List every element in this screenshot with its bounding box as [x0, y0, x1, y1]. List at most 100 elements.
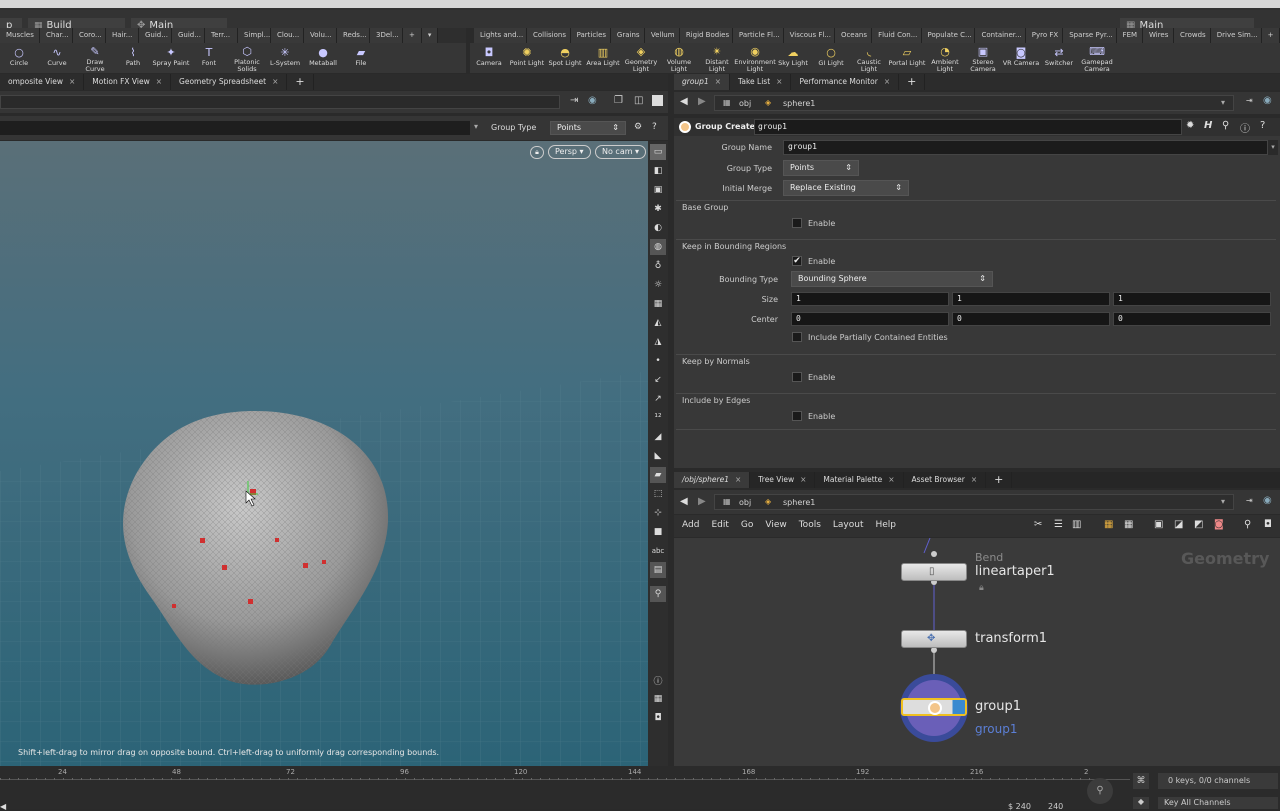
network-menu-item[interactable]: Layout [833, 520, 864, 530]
shelf-tool-vr-camera[interactable]: ◙ VR Camera [1002, 43, 1040, 73]
shelf-tool-file[interactable]: ▰ File [342, 43, 380, 73]
shelf-tab[interactable]: 3Del... [370, 28, 403, 43]
dropdown-arrow-icon[interactable]: ▾ [474, 122, 478, 131]
square-icon[interactable]: ■ [650, 524, 666, 540]
vector-icon[interactable]: ↗ [650, 391, 666, 407]
net-path-dropdown-icon[interactable]: ▾ [1221, 497, 1225, 506]
node-lineartaper1-name[interactable]: lineartaper1 [975, 564, 1055, 579]
node-lineartaper1[interactable]: ▯ [901, 563, 967, 581]
help-h-icon[interactable]: H [1204, 120, 1212, 131]
pin-view-icon[interactable]: ⚲ [650, 586, 666, 602]
close-tab-icon[interactable]: × [69, 77, 75, 86]
net-back-icon[interactable]: ◀ [680, 496, 688, 507]
network-menu-item[interactable]: Tools [799, 520, 821, 530]
key-icon[interactable]: ⌘ [1133, 773, 1149, 789]
key-all-icon[interactable]: ◆ [1133, 797, 1149, 809]
handle-icon[interactable]: ⊹ [650, 505, 666, 521]
snap-icon[interactable]: ◧ [650, 163, 666, 179]
shelf-tool-gamepad-camera[interactable]: ⌨ Gamepad Camera [1078, 43, 1116, 73]
shelf-tool-switcher[interactable]: ⇄ Switcher [1040, 43, 1078, 73]
net-search-icon[interactable]: ⚲ [1244, 519, 1251, 530]
forward-arrow-icon[interactable]: ▶ [698, 96, 706, 107]
primitive-icon[interactable]: ◢ [650, 429, 666, 445]
add-shelf-icon[interactable]: + [403, 28, 422, 43]
info-param-icon[interactable]: ⓘ [1240, 120, 1250, 135]
split-icon[interactable]: ◫ [634, 95, 643, 106]
network-menu-item[interactable]: Go [741, 520, 753, 530]
wireframe-icon[interactable]: ▰ [650, 467, 666, 483]
add-tab-icon[interactable]: + [986, 472, 1013, 488]
number-icon[interactable]: ¹² [650, 410, 666, 426]
param-path-field[interactable]: ▦ obj ◈ sphere1 ▾ [714, 95, 1234, 111]
help-icon[interactable]: ? [652, 122, 657, 132]
net-forward-icon[interactable]: ▶ [698, 496, 706, 507]
initial-merge-menu[interactable]: Replace Existing ⇕ [783, 180, 909, 196]
realtime-icon[interactable]: ⚲ [1087, 778, 1113, 804]
network-menu-item[interactable]: Add [682, 520, 699, 530]
bounding-enable-checkbox[interactable]: ✔ [792, 256, 802, 266]
shelf-tool-path[interactable]: ⌇ Path [114, 43, 152, 73]
shelf-tab[interactable]: Rigid Bodies [679, 28, 733, 43]
param-group-type-menu[interactable]: Points ⇕ [783, 160, 859, 176]
net-link-icon[interactable]: ◉ [1263, 495, 1272, 506]
center-z-field[interactable]: 0 [1113, 312, 1271, 326]
group-type-dropdown[interactable]: Points ⇕ [550, 121, 626, 135]
normals-enable-checkbox[interactable] [792, 372, 802, 382]
shelf-tab[interactable]: Guid... [139, 28, 172, 43]
shelf-tab[interactable]: Muscles [0, 28, 40, 43]
shelf-tab[interactable]: Populate C... [921, 28, 976, 43]
pane-tab[interactable]: /obj/sphere1 × [674, 472, 751, 488]
close-tab-icon[interactable]: × [715, 77, 721, 86]
shelf-tool-environment-light[interactable]: ◉ Environment Light [734, 43, 776, 73]
shelf-tab[interactable]: Sparse Pyr... [1063, 28, 1117, 43]
text-abc-icon[interactable]: abc [650, 543, 666, 559]
link-icon[interactable]: ◉ [588, 95, 597, 106]
camera-snap-icon[interactable]: ◘ [1264, 519, 1272, 530]
lock-camera-icon[interactable]: ▣ [650, 182, 666, 198]
group-name-field[interactable]: group1 [783, 140, 1268, 155]
shelf-tool-ambient-light[interactable]: ◔ Ambient Light [926, 43, 964, 73]
pane-tab[interactable]: Tree View × [750, 472, 816, 488]
link-param-icon[interactable]: ◉ [1263, 95, 1272, 106]
shelf-tab[interactable]: Grains [610, 28, 645, 43]
shelf-tab[interactable]: Drive Sim... [1210, 28, 1262, 43]
shelf-tab[interactable]: Terr... [205, 28, 238, 43]
pane-tab[interactable]: group1 × [674, 74, 731, 90]
add-shelf-right-icon[interactable]: + [1261, 28, 1280, 43]
pin-param-icon[interactable]: ⇥ [1246, 96, 1253, 105]
list-icon[interactable]: ☰ [1054, 519, 1063, 530]
shelf-tab[interactable]: Particle Fl... [732, 28, 784, 43]
center-y-field[interactable]: 0 [952, 312, 1110, 326]
display-icon[interactable]: ◐ [650, 220, 666, 236]
tools-icon[interactable]: ✂ [1034, 519, 1042, 530]
pane-tab[interactable]: Take List × [730, 74, 792, 90]
scene-viewport[interactable]: 🔒︎ Persp ▾ No cam ▾ Shift+left-drag to m… [0, 141, 648, 766]
close-tab-icon[interactable]: × [971, 475, 977, 484]
light-icon[interactable]: ◍ [650, 239, 666, 255]
left-path-field[interactable] [0, 95, 560, 109]
shelf-tab[interactable]: Guid... [172, 28, 205, 43]
group-name-dropdown-icon[interactable]: ▾ [1268, 140, 1278, 155]
frame-start-field[interactable]: $ 240 [1008, 802, 1031, 811]
help-param-icon[interactable]: ? [1260, 120, 1265, 131]
node-transform1-name[interactable]: transform1 [975, 631, 1047, 646]
pane-tab[interactable]: Geometry Spreadsheet × [171, 74, 288, 90]
lock-icon[interactable]: 🔒︎ [530, 146, 544, 159]
node-group1[interactable] [901, 698, 967, 716]
shelf-tab[interactable]: Volu... [304, 28, 337, 43]
size-y-field[interactable]: 1 [952, 292, 1110, 306]
shelf-tab[interactable]: Simpl... [238, 28, 271, 43]
pane-tab[interactable]: Performance Monitor × [791, 74, 900, 90]
shelf-tool-metaball[interactable]: ● Metaball [304, 43, 342, 73]
key-all-channels-button[interactable]: Key All Channels [1158, 797, 1278, 809]
shelf-tool-volume-light[interactable]: ◍ Volume Light [660, 43, 698, 73]
back-arrow-icon[interactable]: ◀ [680, 96, 688, 107]
shelf-tool-draw-curve[interactable]: ✎ Draw Curve [76, 43, 114, 73]
network-menu-item[interactable]: Edit [711, 520, 728, 530]
pane-tab[interactable]: omposite View × [0, 74, 85, 90]
size-z-field[interactable]: 1 [1113, 292, 1271, 306]
close-tab-icon[interactable]: × [156, 77, 162, 86]
bulb-icon[interactable]: ♁ [650, 258, 666, 274]
image-view-icon[interactable]: ▣ [1154, 519, 1163, 530]
path-node[interactable]: sphere1 [783, 99, 815, 108]
